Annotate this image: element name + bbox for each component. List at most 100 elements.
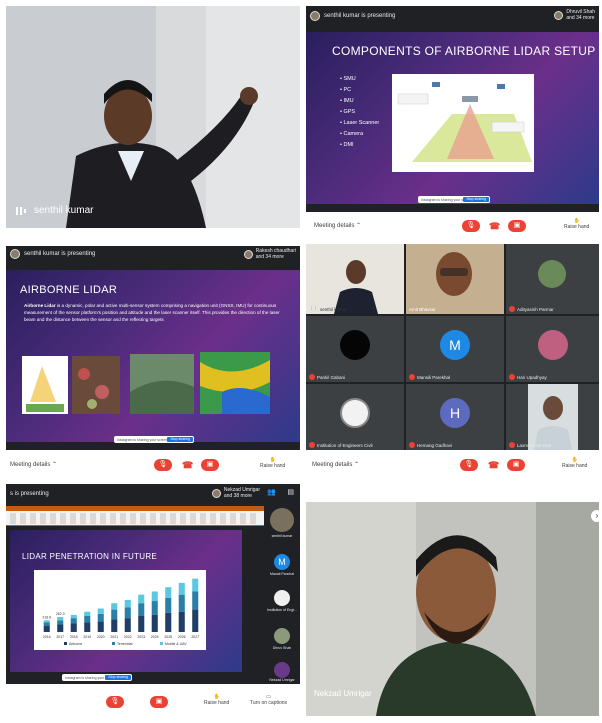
legend-swatch xyxy=(64,642,67,645)
hangup-icon[interactable]: ☎ xyxy=(489,221,500,232)
meet-panel-airborne: senthil kumar is presenting Rakesh chaud… xyxy=(6,246,300,476)
x-tick-label: 2026 xyxy=(178,635,186,639)
strip-tile[interactable] xyxy=(270,508,294,532)
people-avatar xyxy=(211,488,221,498)
participant-tile[interactable]: Institution of Engineers Civil xyxy=(306,384,404,450)
people-avatar xyxy=(554,10,564,20)
people-badge[interactable]: Nekzad Umrigar and 38 more xyxy=(211,487,260,499)
meeting-details-button[interactable]: Meeting details ⌃ xyxy=(10,461,57,468)
strip-name: senthil kumar xyxy=(271,534,293,538)
camera-off-button[interactable]: ▣ xyxy=(508,220,526,232)
people-badge[interactable]: Rakesh chaudhari and 34 more xyxy=(243,248,296,260)
x-tick-label: 2021 xyxy=(110,635,118,639)
bar-segment xyxy=(111,609,118,620)
bar-segment xyxy=(192,591,199,610)
meeting-details-button[interactable]: Meeting details ⌃ xyxy=(312,461,359,468)
camera-off-button[interactable]: ▣ xyxy=(507,459,525,471)
raise-hand-button[interactable]: ✋ Raise hand xyxy=(260,457,285,469)
participant-tile[interactable]: Adityasinh Parmar xyxy=(506,244,599,314)
participant-name: Amit Bhavsar xyxy=(409,307,436,312)
participant-name: Pankil Gabani xyxy=(317,374,346,380)
legend-swatch xyxy=(112,642,115,645)
mic-off-button[interactable]: 🎙︎ xyxy=(154,459,172,471)
captions-button[interactable]: ▭ Turn on captions xyxy=(250,694,287,706)
bar-segment xyxy=(57,624,64,632)
bar-segment xyxy=(138,603,145,616)
stop-sharing-button[interactable]: Stop sharing xyxy=(105,675,131,680)
strip-tile[interactable] xyxy=(274,628,290,644)
legend-label: Airborne xyxy=(69,642,82,646)
presenter-avatar xyxy=(310,11,320,21)
lidar-setup-diagram xyxy=(392,74,534,172)
bar-segment xyxy=(84,622,91,632)
participant-tile[interactable]: Amit Bhavsar xyxy=(406,244,504,314)
slide-title: LIDAR PENETRATION IN FUTURE xyxy=(22,552,158,561)
participant-tile[interactable]: Laxmanbhai Dua xyxy=(506,384,599,450)
mic-off-button[interactable]: 🎙︎ xyxy=(462,220,480,232)
x-tick-label: 2020 xyxy=(97,635,105,639)
screen-share-area: COMPONENTS OF AIRBORNE LIDAR SETUP SMU P… xyxy=(306,26,599,212)
market-forecast-chart: 2016 216.6 2017 262.3 2018 2019 2020 2021 2022 20… xyxy=(34,570,206,650)
camera-off-button[interactable]: ▣ xyxy=(150,696,168,708)
presenting-text: senthil kumar is presenting xyxy=(24,251,96,257)
slide-body-text: Airborne Lidar is a dynamic, polar and a… xyxy=(24,303,280,322)
bar-segment xyxy=(165,612,172,632)
presenting-bar: senthil kumar is presenting Rakesh chaud… xyxy=(6,246,300,262)
participant-tile[interactable]: M Mansili Parekhal xyxy=(406,316,504,382)
sharing-pill: Instagram is sharing your screen Stop sh… xyxy=(114,436,194,443)
control-bar: Meeting details ⌃ 🎙︎ ☎ ▣ ✋ Raise hand xyxy=(306,450,599,476)
participant-avatar xyxy=(340,330,370,360)
x-tick-label: 2016 xyxy=(43,635,51,639)
bar-segment xyxy=(97,608,104,614)
strip-tile[interactable] xyxy=(274,662,290,678)
bar-segment xyxy=(84,616,91,623)
list-item: PC xyxy=(340,85,379,96)
people-count-icon[interactable]: 👥 xyxy=(267,488,276,496)
control-bar: Meeting details ⌃ 🎙︎ ☎ ▣ ✋ Raise hand xyxy=(306,212,599,238)
strip-name: Nekzad Umrigar xyxy=(269,678,295,682)
stop-sharing-button[interactable]: Stop sharing xyxy=(167,437,193,442)
bar-segment xyxy=(70,618,77,624)
x-tick-label: 2018 xyxy=(70,635,78,639)
sharing-pill: Instagram is sharing your screen Stop sh… xyxy=(418,196,490,203)
chevron-right-icon[interactable]: › xyxy=(591,510,599,522)
raise-hand-button[interactable]: ✋ Raise hand xyxy=(564,218,589,230)
raise-hand-button[interactable]: ✋ Raise hand xyxy=(562,457,587,469)
meeting-details-button[interactable]: Meeting details ⌃ xyxy=(314,222,361,229)
bar-segment xyxy=(178,594,185,612)
participant-avatar xyxy=(340,398,370,428)
participant-name: Adityasinh Parmar xyxy=(517,306,554,312)
stop-sharing-button[interactable]: Stop sharing xyxy=(463,197,489,202)
participant-video xyxy=(406,244,504,314)
mic-off-icon xyxy=(309,374,315,380)
speaker-name: senthil kumar xyxy=(34,205,94,216)
people-badge[interactable]: Dhruvil Shah and 34 more xyxy=(554,9,595,21)
list-item: Camera xyxy=(340,129,379,140)
hangup-icon[interactable]: ☎ xyxy=(488,460,499,471)
strip-tile[interactable]: M xyxy=(274,554,290,570)
strip-tile[interactable] xyxy=(274,590,290,606)
participant-tile[interactable]: ⋮⋮ senthil kumar xyxy=(306,244,404,314)
camera-off-button[interactable]: ▣ xyxy=(201,459,219,471)
bar-segment xyxy=(43,620,50,623)
participant-name: senthil kumar xyxy=(320,306,347,312)
mic-off-icon: ⋮⋮ xyxy=(309,306,318,311)
chat-icon[interactable]: ▤ xyxy=(287,488,294,496)
bar-segment xyxy=(192,578,199,592)
slide: COMPONENTS OF AIRBORNE LIDAR SETUP SMU P… xyxy=(306,32,599,204)
mic-off-button[interactable]: 🎙︎ xyxy=(460,459,478,471)
mic-off-icon xyxy=(509,442,515,448)
bar-segment xyxy=(84,611,91,616)
list-item: GPS xyxy=(340,107,379,118)
bar-segment xyxy=(70,614,77,619)
participant-tile[interactable]: H Hemang Gadhavi xyxy=(406,384,504,450)
bar-segment xyxy=(138,616,145,632)
raise-hand-button[interactable]: ✋ Raise hand xyxy=(204,694,229,706)
hangup-icon[interactable]: ☎ xyxy=(182,460,193,471)
participant-tile[interactable]: Hari Upadhyay xyxy=(506,316,599,382)
bar-segment xyxy=(138,594,145,604)
strip-name: Institution of Engi... xyxy=(267,608,297,612)
bar-segment xyxy=(151,591,158,602)
participant-tile[interactable]: Pankil Gabani xyxy=(306,316,404,382)
mic-off-button[interactable]: 🎙︎ xyxy=(106,696,124,708)
